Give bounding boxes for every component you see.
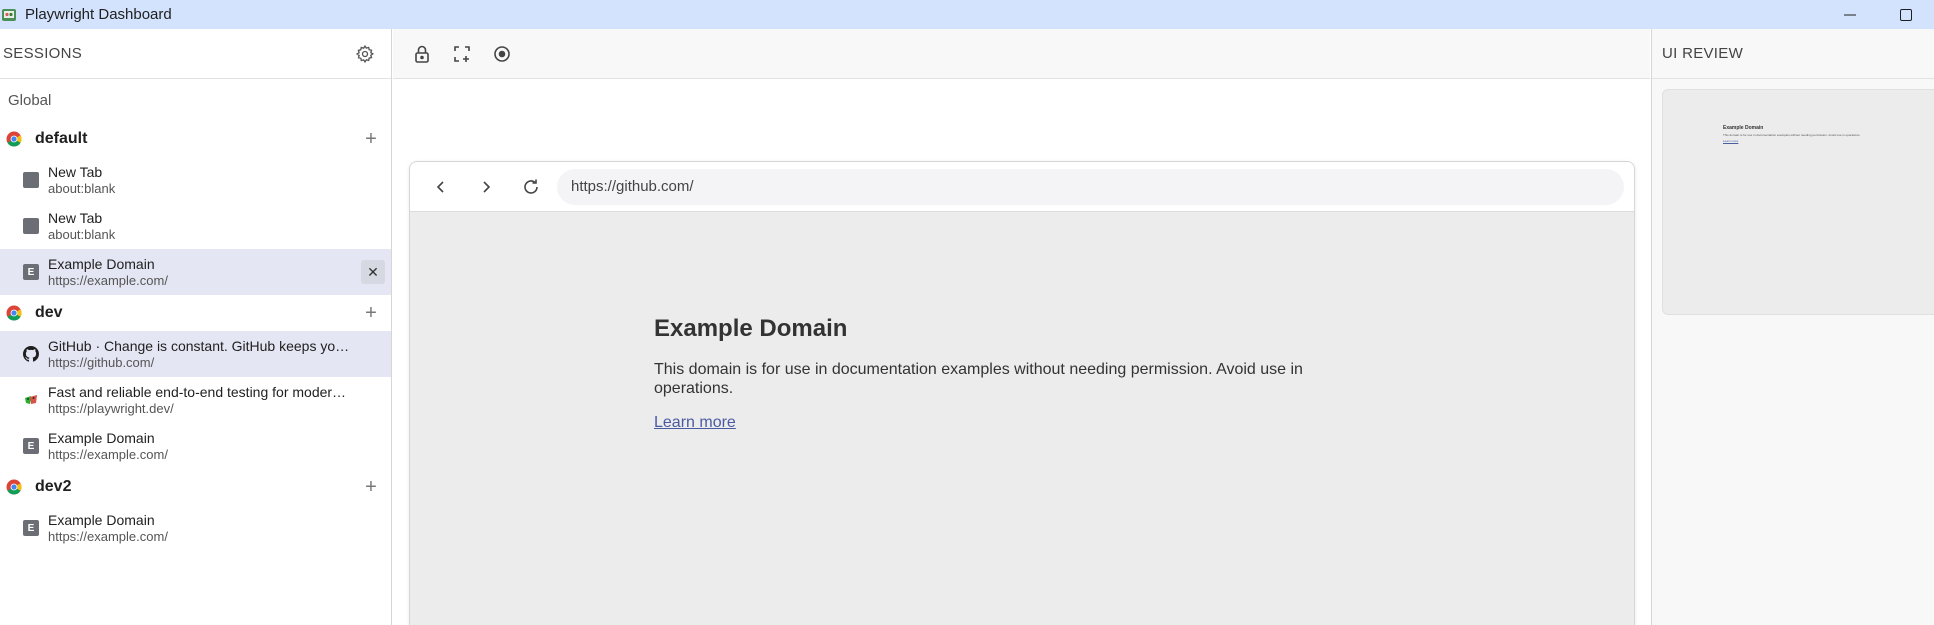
- tab-title: GitHub · Change is constant. GitHub keep…: [48, 338, 353, 354]
- title-bar: Playwright Dashboard: [0, 0, 1934, 29]
- chrome-icon: [6, 305, 22, 321]
- tab-item[interactable]: E Example Domain https://example.com/: [0, 423, 391, 469]
- thumbnail-paragraph: This domain is for use in documentation …: [1723, 133, 1861, 137]
- sessions-sidebar: SESSIONS Global default + New Tab about:…: [0, 29, 392, 625]
- maximize-icon: [1900, 8, 1912, 21]
- tab-url: https://playwright.dev/: [48, 401, 174, 416]
- tab-item-active[interactable]: E Example Domain https://example.com/ ✕: [0, 249, 391, 295]
- session-dev[interactable]: dev +: [0, 295, 391, 331]
- review-header: UI REVIEW: [1652, 29, 1934, 79]
- add-tab-button[interactable]: +: [361, 303, 381, 323]
- letter-e-icon: E: [23, 438, 39, 454]
- blank-page-icon: [23, 218, 39, 234]
- blank-page-icon: [23, 172, 39, 188]
- letter-e-icon: E: [23, 264, 39, 280]
- lock-icon: [415, 45, 429, 63]
- letter-e-icon: E: [23, 520, 39, 536]
- tab-item[interactable]: New Tab about:blank: [0, 203, 391, 249]
- reload-button[interactable]: [518, 174, 544, 200]
- close-tab-button[interactable]: ✕: [361, 260, 385, 284]
- session-dev2[interactable]: dev2 +: [0, 469, 391, 505]
- sidebar-header: SESSIONS: [0, 29, 391, 79]
- review-thumbnail[interactable]: Example Domain This domain is for use in…: [1662, 89, 1934, 315]
- reload-icon: [524, 179, 538, 194]
- minimize-icon: [1844, 14, 1856, 15]
- tab-url: about:blank: [48, 227, 116, 242]
- gear-icon: [355, 44, 375, 63]
- tab-title: New Tab: [48, 164, 103, 180]
- chrome-icon: [6, 131, 22, 147]
- browser-nav-bar: https://github.com/: [410, 162, 1634, 212]
- thumbnail-link: Learn more: [1723, 139, 1739, 143]
- page-content: Example Domain This domain is for use in…: [654, 315, 1354, 432]
- address-bar[interactable]: https://github.com/: [557, 168, 1624, 205]
- review-title: UI REVIEW: [1662, 45, 1744, 62]
- tab-url: https://example.com/: [48, 447, 168, 462]
- tab-item-active[interactable]: GitHub · Change is constant. GitHub keep…: [0, 331, 391, 377]
- tab-url: https://example.com/: [48, 529, 168, 544]
- forward-button[interactable]: [473, 174, 499, 200]
- session-name: dev2: [35, 478, 72, 495]
- session-name: default: [35, 130, 88, 147]
- window-title: Playwright Dashboard: [25, 6, 172, 23]
- record-button[interactable]: [490, 42, 514, 66]
- tab-title: Example Domain: [48, 512, 155, 528]
- tab-title: Fast and reliable end-to-end testing for…: [48, 384, 353, 400]
- tab-url: https://example.com/: [48, 273, 168, 288]
- tab-item[interactable]: Fast and reliable end-to-end testing for…: [0, 377, 391, 423]
- maximize-button[interactable]: [1878, 0, 1934, 29]
- back-button[interactable]: [428, 174, 454, 200]
- main-panel: https://github.com/ Example Domain This …: [393, 29, 1650, 625]
- tab-url: https://github.com/: [48, 355, 155, 370]
- minimize-button[interactable]: [1822, 0, 1878, 29]
- learn-more-link[interactable]: Learn more: [654, 414, 736, 431]
- playwright-icon: [25, 395, 37, 404]
- tab-title: Example Domain: [48, 256, 155, 272]
- page-paragraph: This domain is for use in documentation …: [654, 361, 1303, 397]
- record-icon: [494, 45, 510, 62]
- add-frame-icon: [454, 45, 470, 62]
- session-default[interactable]: default +: [0, 121, 391, 157]
- sidebar-title: SESSIONS: [3, 45, 83, 62]
- add-frame-button[interactable]: [450, 42, 474, 66]
- browser-preview: https://github.com/ Example Domain This …: [409, 161, 1635, 625]
- settings-button[interactable]: [353, 42, 377, 66]
- lock-button[interactable]: [410, 42, 434, 66]
- main-toolbar: [393, 29, 1650, 79]
- tab-item[interactable]: New Tab about:blank: [0, 157, 391, 203]
- github-icon: [23, 346, 39, 362]
- add-tab-button[interactable]: +: [361, 477, 381, 497]
- global-section-label[interactable]: Global: [0, 79, 391, 121]
- thumbnail-heading: Example Domain: [1723, 125, 1764, 131]
- chevron-right-icon: [483, 180, 491, 193]
- session-name: dev: [35, 304, 63, 321]
- chrome-icon: [6, 479, 22, 495]
- tab-url: about:blank: [48, 181, 116, 196]
- ui-review-panel: UI REVIEW Example Domain This domain is …: [1651, 29, 1934, 625]
- chevron-left-icon: [436, 180, 444, 193]
- add-tab-button[interactable]: +: [361, 129, 381, 149]
- tab-title: Example Domain: [48, 430, 155, 446]
- tab-item[interactable]: E Example Domain https://example.com/: [0, 505, 391, 551]
- tab-title: New Tab: [48, 210, 103, 226]
- page-heading: Example Domain: [654, 315, 848, 342]
- playwright-app-icon: [1, 7, 17, 23]
